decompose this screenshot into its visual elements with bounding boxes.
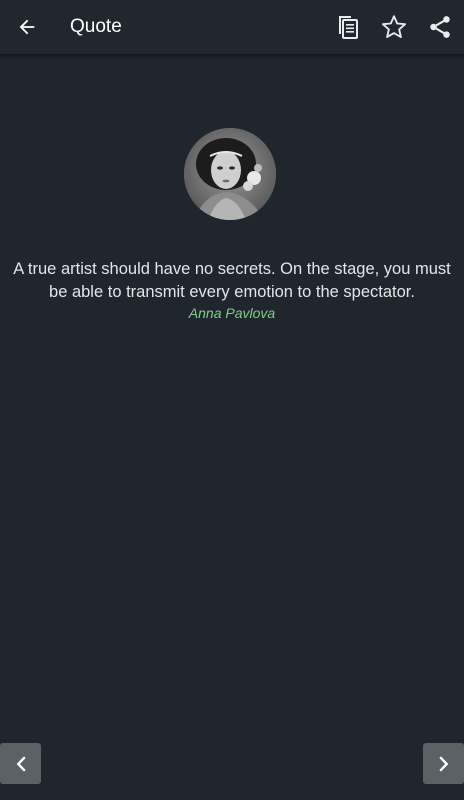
share-button[interactable] <box>418 0 462 54</box>
quote-author[interactable]: Anna Pavlova <box>0 305 464 321</box>
copy-button[interactable] <box>326 0 370 54</box>
copy-icon <box>339 16 358 39</box>
back-button[interactable] <box>5 0 49 54</box>
quote-content: A true artist should have no secrets. On… <box>0 54 464 800</box>
favorite-button[interactable] <box>372 0 416 54</box>
previous-quote-button[interactable] <box>0 743 41 784</box>
author-avatar <box>184 128 276 220</box>
quote-text: A true artist should have no secrets. On… <box>13 260 451 301</box>
share-icon <box>430 16 450 38</box>
star-outline-icon <box>381 15 407 39</box>
chevron-right-icon <box>439 756 448 771</box>
author-portrait-image <box>184 128 276 220</box>
app-bar: Quote <box>0 0 464 54</box>
arrow-back-icon <box>19 19 35 35</box>
page-title: Quote <box>70 16 122 37</box>
chevron-left-icon <box>16 756 25 771</box>
next-quote-button[interactable] <box>423 743 464 784</box>
